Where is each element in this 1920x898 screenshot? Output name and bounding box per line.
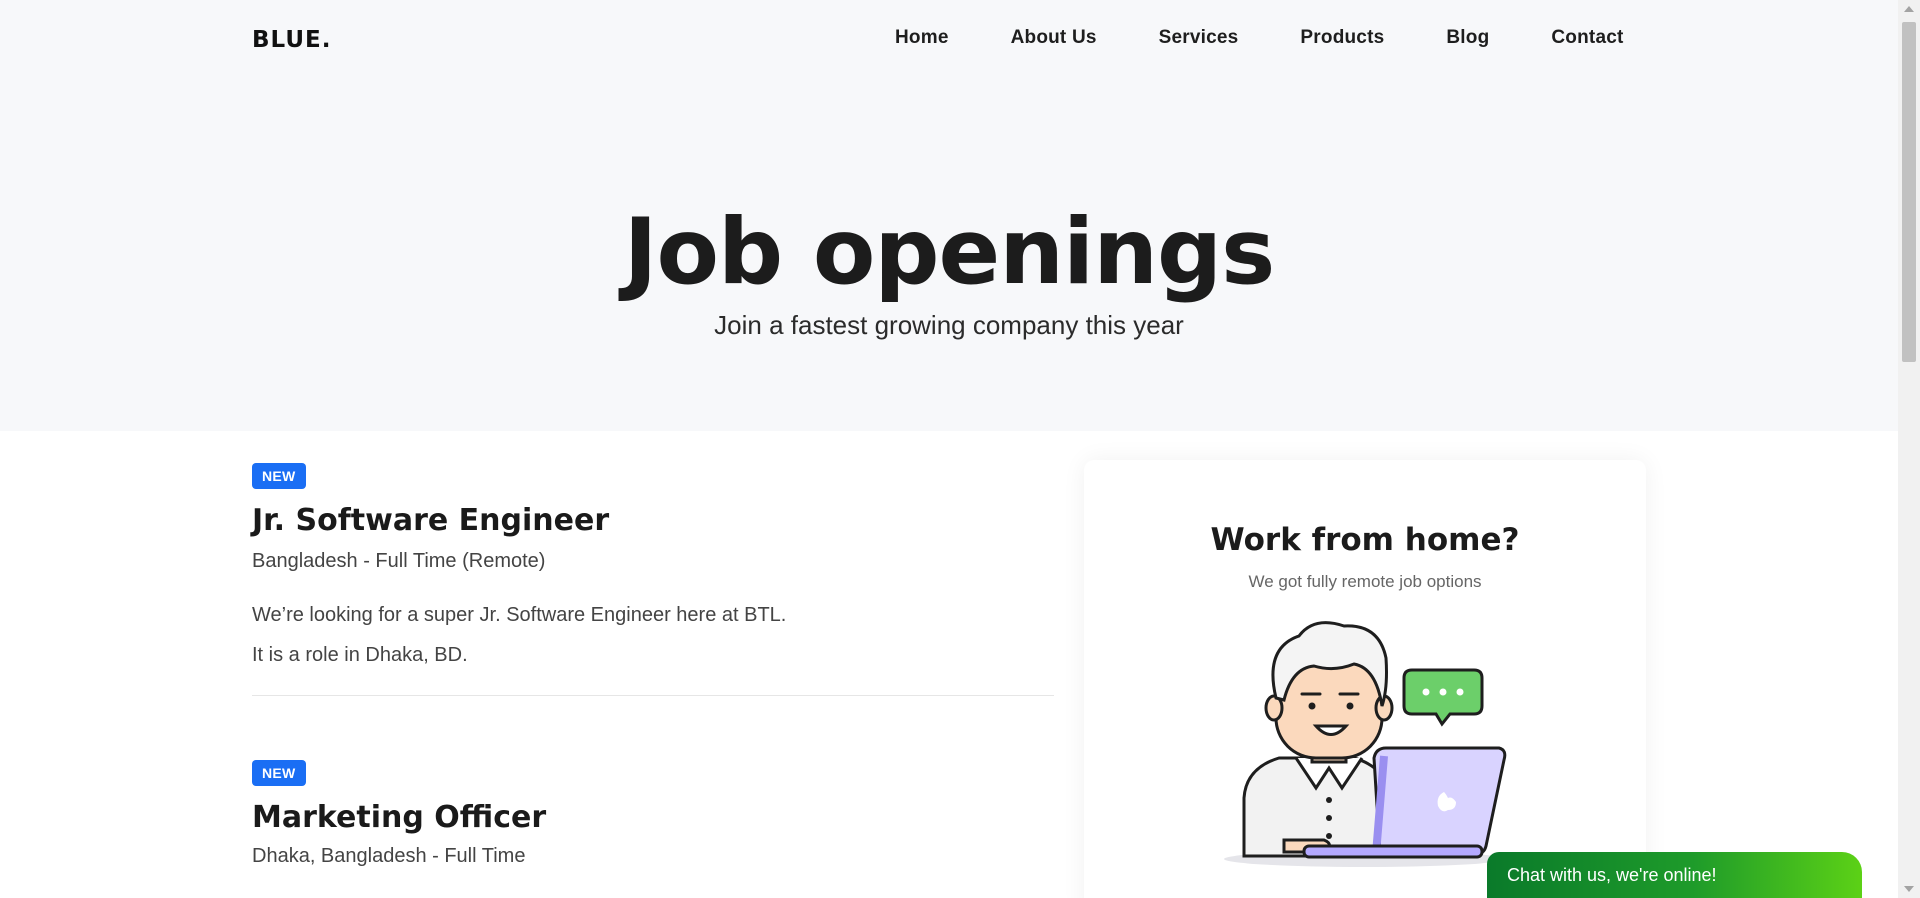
job-title[interactable]: Jr. Software Engineer <box>252 503 1054 538</box>
nav-home[interactable]: Home <box>895 27 949 49</box>
scroll-thumb[interactable] <box>1902 22 1916 362</box>
eye-left <box>1308 702 1316 710</box>
nav-products[interactable]: Products <box>1300 27 1384 49</box>
speech-bubble-icon <box>1402 668 1484 727</box>
page-subtitle: Join a fastest growing company this year <box>714 310 1184 340</box>
remote-work-card: Work from home? We got fully remote job … <box>1084 460 1646 898</box>
page-scrollbar[interactable] <box>1898 0 1920 898</box>
nav-blog[interactable]: Blog <box>1446 27 1489 49</box>
nav-services[interactable]: Services <box>1159 27 1239 49</box>
divider <box>252 695 1054 696</box>
job-title[interactable]: Marketing Officer <box>252 800 1054 835</box>
job-item: NEW Jr. Software Engineer Bangladesh - F… <box>252 463 1054 696</box>
job-item: NEW Marketing Officer Dhaka, Bangladesh … <box>252 760 1054 868</box>
scroll-down-arrow-icon[interactable] <box>1904 886 1914 892</box>
remote-worker-illustration <box>1224 621 1507 867</box>
hero-section: BLUE. Home About Us Services Products Bl… <box>0 0 1898 431</box>
job-location: Dhaka, Bangladesh - Full Time <box>252 845 526 867</box>
logo[interactable]: BLUE. <box>252 27 332 53</box>
bubble-dot <box>1422 688 1430 696</box>
new-badge: NEW <box>252 463 306 489</box>
chat-widget-button[interactable]: Chat with us, we're online! <box>1487 852 1862 898</box>
bubble-dot <box>1456 688 1464 696</box>
scroll-up-arrow-icon[interactable] <box>1904 6 1914 12</box>
main-nav: Home About Us Services Products Blog Con… <box>895 27 1624 49</box>
card-title: Work from home? <box>1210 522 1520 558</box>
page-title: Job openings <box>623 200 1276 305</box>
job-list: NEW Jr. Software Engineer Bangladesh - F… <box>252 463 1054 868</box>
eye-right <box>1346 702 1354 710</box>
button-dot <box>1326 815 1332 821</box>
job-location: Bangladesh - Full Time (Remote) <box>252 550 546 572</box>
button-dot <box>1326 833 1332 839</box>
new-badge: NEW <box>252 760 306 786</box>
card-subtitle: We got fully remote job options <box>1248 572 1482 591</box>
nav-about-us[interactable]: About Us <box>1011 27 1097 49</box>
job-description-line: We’re looking for a super Jr. Software E… <box>252 604 787 626</box>
job-description: We’re looking for a super Jr. Software E… <box>252 595 1054 675</box>
bubble-dot <box>1439 688 1447 696</box>
button-dot <box>1326 797 1332 803</box>
nav-contact[interactable]: Contact <box>1551 27 1623 49</box>
laptop-base <box>1302 844 1484 859</box>
job-description-line: It is a role in Dhaka, BD. <box>252 644 468 666</box>
